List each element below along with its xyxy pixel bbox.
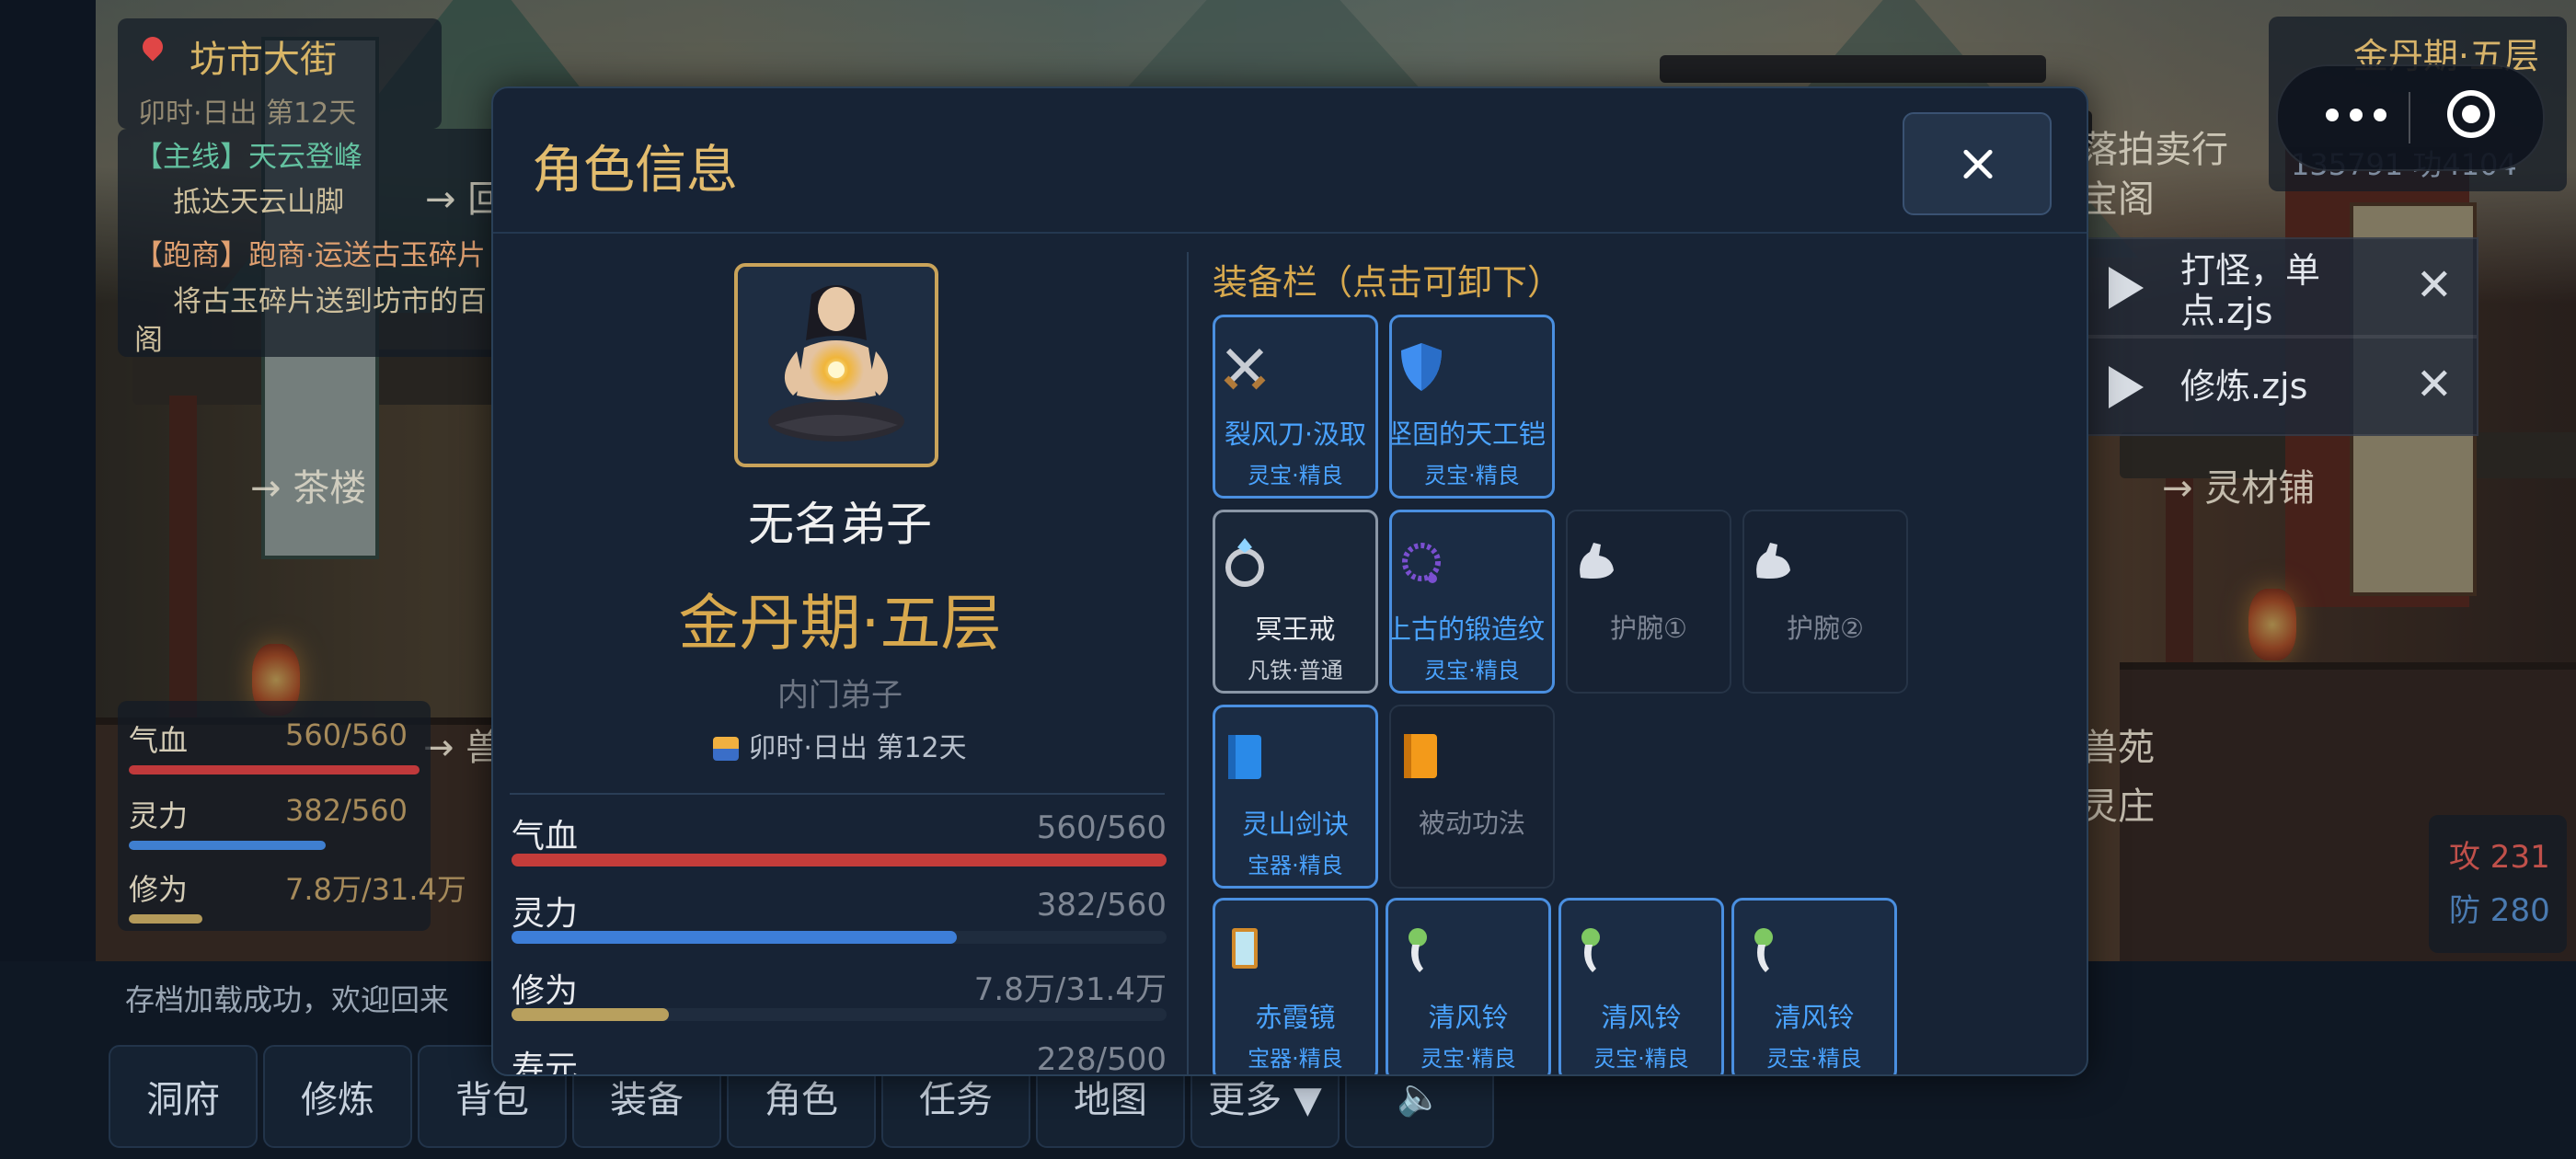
hp-bar — [512, 854, 1167, 866]
bell-icon — [1581, 928, 1600, 972]
close-record-icon[interactable] — [2447, 90, 2495, 138]
script-name: 修炼.zjs — [2180, 366, 2308, 407]
modal-header: 角色信息 — [493, 88, 2087, 234]
mini-cultivation-bar — [129, 914, 202, 924]
nav-link-auction[interactable]: 落拍卖行 — [2081, 120, 2228, 173]
equip-slot-artifact[interactable]: 赤霞镜 宝器·精良 — [1213, 898, 1378, 1074]
column-divider — [1187, 252, 1189, 1074]
more-menu-icon[interactable] — [2326, 105, 2392, 127]
equip-slot-bracer-2[interactable]: 护腕② — [1742, 510, 1908, 694]
divider — [510, 793, 1165, 795]
character-avatar — [734, 263, 938, 467]
nav-link-spirit-farm[interactable]: 灵庄 — [2081, 776, 2155, 830]
character-realm: 金丹期·五层 — [678, 588, 1002, 659]
tab-cave[interactable]: 洞府 — [109, 1045, 258, 1148]
tab-cultivate[interactable]: 修炼 — [263, 1045, 412, 1148]
cultivation-bar — [512, 1008, 669, 1021]
miniprogram-capsule — [2276, 64, 2545, 171]
main-quest-desc: 抵达天云山脚 — [173, 186, 344, 219]
mini-mp-bar — [129, 841, 326, 850]
meditating-cultivator-icon — [768, 285, 904, 442]
equip-slot-accessory-1[interactable]: 清风铃 灵宝·精良 — [1386, 898, 1551, 1074]
script-row[interactable]: 修炼.zjs ✕ — [2079, 337, 2478, 436]
play-icon[interactable] — [2109, 267, 2144, 309]
equip-slot-accessory-3[interactable]: 清风铃 灵宝·精良 — [1731, 898, 1897, 1074]
bell-icon — [1754, 928, 1773, 972]
orange-book-icon — [1404, 734, 1437, 778]
character-time: 卯时·日出 第12天 — [493, 725, 1187, 765]
equip-slot-necklace[interactable]: 上古的锻造纹 灵宝·精良 — [1389, 510, 1555, 694]
beads-icon — [1402, 543, 1441, 583]
nav-link-beast-garden[interactable]: 兽苑 — [2081, 717, 2155, 771]
equip-slot-accessory-2[interactable]: 清风铃 灵宝·精良 — [1558, 898, 1724, 1074]
location-time: 卯时·日出 第12天 — [138, 98, 357, 130]
nav-link-treasure-pavilion[interactable]: 宝阁 — [2081, 169, 2155, 223]
mini-cultivation-label: 修为 7.8万/31.4万 — [129, 872, 466, 907]
modal-title: 角色信息 — [532, 141, 738, 201]
equip-slot-bracer-1[interactable]: 护腕① — [1566, 510, 1731, 694]
close-icon[interactable]: ✕ — [2416, 362, 2453, 407]
arm-icon — [1580, 543, 1614, 579]
character-rank: 内门弟子 — [777, 677, 903, 714]
character-info-modal: 角色信息 无名弟子 金丹期·五层 内门弟子 卯时·日出 第12天 气血 560/… — [491, 86, 2088, 1076]
location-title: 坊市大街 — [190, 39, 337, 81]
mini-hp-label: 气血 560/560 — [129, 717, 408, 758]
equip-slot-weapon[interactable]: 裂风刀·汲取 灵宝·精良 — [1213, 315, 1378, 499]
arm-icon — [1756, 543, 1790, 579]
equip-slot-technique[interactable]: 灵山剑诀 宝器·精良 — [1213, 705, 1378, 889]
main-quest-title[interactable]: 【主线】天云登峰 — [134, 133, 362, 175]
status-message: 存档加载成功，欢迎回来 — [125, 982, 450, 1017]
mini-hp-bar — [129, 765, 420, 775]
script-row[interactable]: 打怪，单点.zjs ✕ — [2079, 237, 2478, 337]
attack-value: 攻 231 — [2449, 839, 2550, 876]
trade-quest-desc: 将古玉碎片送到坊市的百 — [173, 285, 487, 318]
mirror-icon — [1232, 928, 1258, 969]
crossed-swords-icon — [1224, 348, 1266, 390]
trade-quest-desc-cont: 阁 — [134, 324, 163, 357]
modal-close-button[interactable] — [1903, 112, 2052, 215]
equipment-title: 装备栏（点击可卸下） — [1213, 262, 1563, 303]
blue-book-icon — [1228, 735, 1261, 779]
script-name: 打怪，单点.zjs — [2180, 250, 2321, 331]
play-icon[interactable] — [2109, 366, 2144, 408]
ring-icon — [1225, 538, 1264, 587]
equip-slot-ring[interactable]: 冥王戒 凡铁·普通 — [1213, 510, 1378, 694]
trade-quest-title[interactable]: 【跑商】跑商·运送古玉碎片 — [134, 232, 486, 273]
equip-slot-passive[interactable]: 被动功法 — [1389, 705, 1555, 889]
character-name: 无名弟子 — [748, 498, 932, 551]
mp-bar — [512, 931, 958, 944]
nav-link-material-shop[interactable]: → 灵材铺 — [2162, 458, 2315, 511]
defense-value: 防 280 — [2449, 892, 2550, 929]
equip-slot-armor[interactable]: 坚固的天工铠 灵宝·精良 — [1389, 315, 1555, 499]
nav-link-tea-house[interactable]: → 茶楼 — [250, 458, 366, 511]
shield-icon — [1401, 343, 1442, 391]
mini-mp-label: 灵力 382/560 — [129, 793, 408, 833]
close-icon[interactable]: ✕ — [2416, 263, 2453, 307]
sunrise-icon — [713, 737, 740, 761]
bell-icon — [1409, 928, 1427, 972]
